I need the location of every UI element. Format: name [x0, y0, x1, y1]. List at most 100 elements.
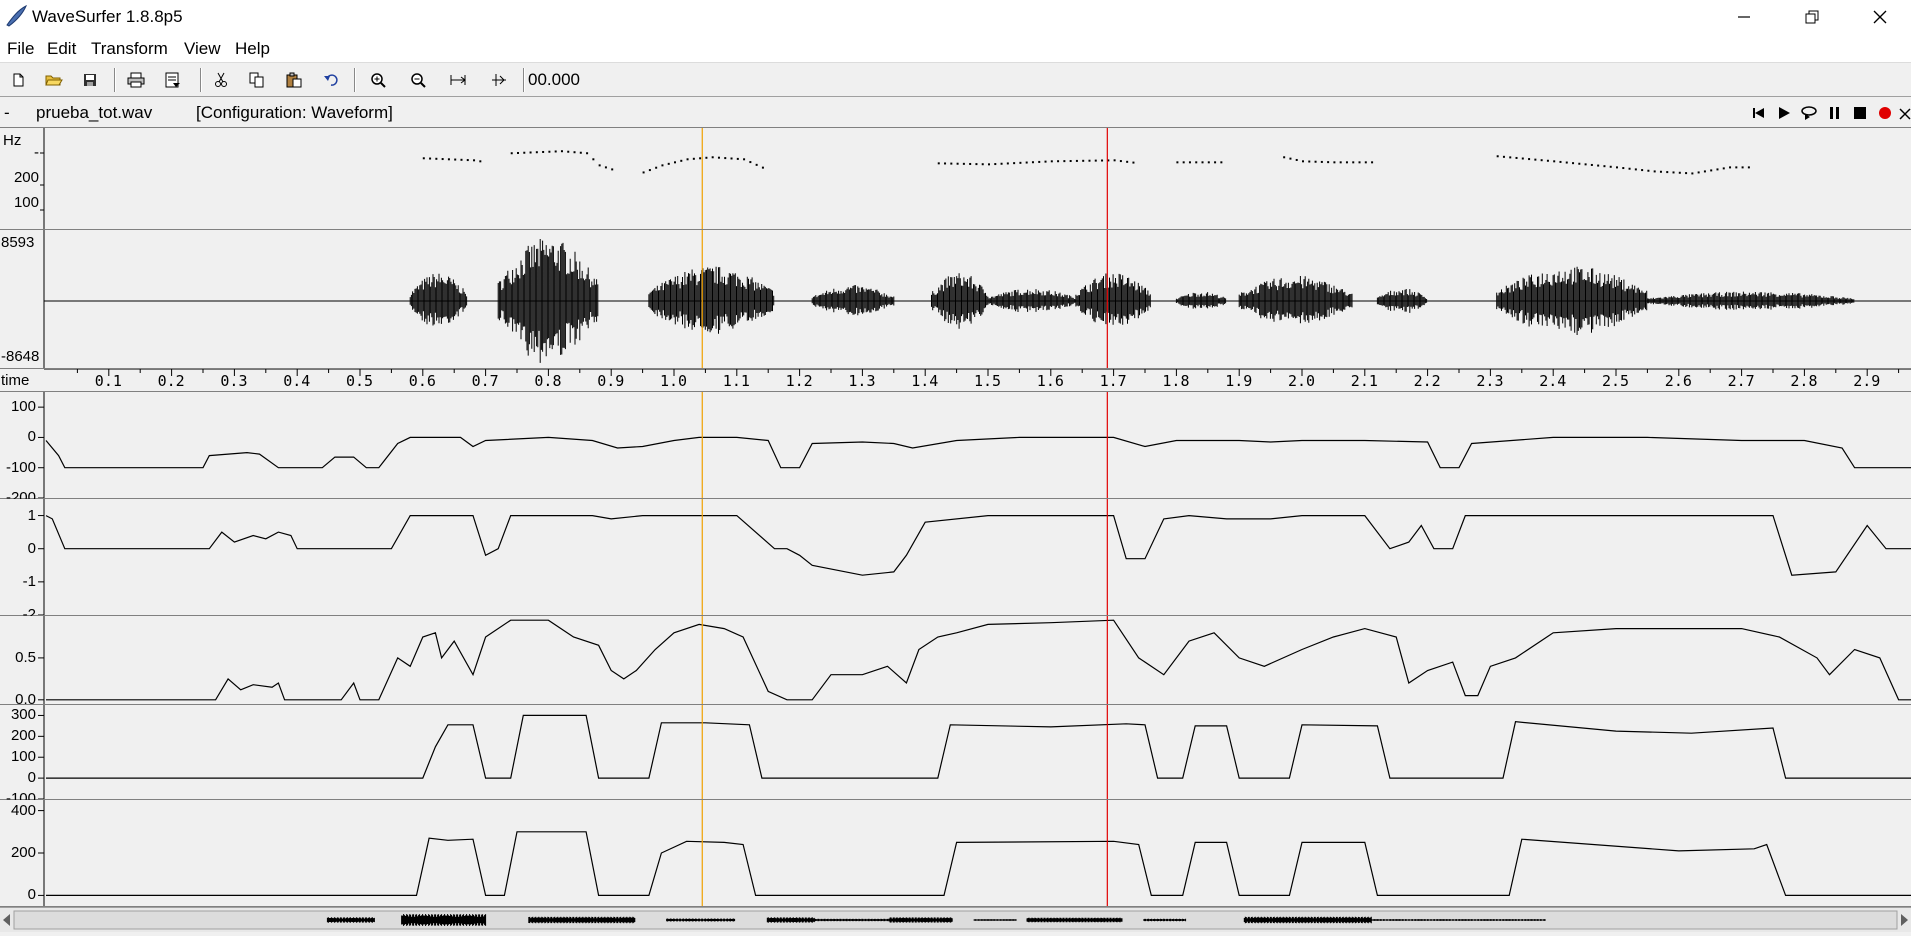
undo-button[interactable] — [318, 68, 344, 92]
rewind-button[interactable] — [1750, 104, 1768, 122]
scrollbar-thumb — [13, 910, 1898, 930]
pitch-point — [1038, 160, 1041, 163]
pitch-point — [1339, 161, 1342, 164]
pitch-point — [1063, 160, 1066, 163]
pitch-point — [1641, 169, 1644, 172]
menu-edit[interactable]: Edit — [47, 39, 76, 59]
pitch-point — [1609, 165, 1612, 168]
menu-view[interactable]: View — [184, 39, 221, 59]
pitch-point — [717, 156, 720, 159]
trace-pane-5[interactable]: 400 200 0 — [0, 800, 1911, 907]
record-button[interactable] — [1876, 104, 1894, 122]
pitch-point — [1295, 158, 1298, 161]
pitch-point — [1327, 161, 1330, 164]
pitch-point — [1013, 162, 1016, 165]
pitch-point — [1628, 167, 1631, 170]
pitch-point — [573, 151, 576, 154]
pitch-point — [1320, 160, 1323, 163]
pitch-point — [1647, 169, 1650, 172]
trace5-line — [46, 831, 1911, 896]
time-tick-label: 0.8 — [534, 372, 562, 390]
pitch-point — [1716, 168, 1719, 171]
pitch-point — [1659, 170, 1662, 173]
pitch-point — [466, 159, 469, 162]
waveform-pane[interactable]: 8593 -8648 — [0, 230, 1911, 369]
menu-transform[interactable]: Transform — [91, 39, 168, 59]
time-tick-label: 0.3 — [220, 372, 248, 390]
zoom-fit-button[interactable] — [445, 68, 471, 92]
paste-button[interactable] — [281, 68, 307, 92]
pitch-point — [1050, 160, 1053, 163]
collapse-toggle[interactable]: - — [4, 103, 10, 123]
zoom-out-button[interactable] — [405, 68, 431, 92]
undo-icon — [324, 74, 338, 86]
zoom-in-button[interactable] — [365, 68, 391, 92]
pitch-point — [1119, 160, 1122, 163]
save-button[interactable] — [77, 68, 103, 92]
pitch-point — [981, 163, 984, 166]
pitch-point — [473, 159, 476, 162]
pause-button[interactable] — [1826, 104, 1844, 122]
menu-bar: File Edit Transform View Help — [0, 36, 1911, 63]
time-tick-label: 1.4 — [911, 372, 939, 390]
trace-pane-3[interactable]: 0.5 0.0 — [0, 616, 1911, 707]
new-button[interactable] — [5, 68, 31, 92]
overview-waveform — [3, 910, 1908, 930]
pitch-point — [736, 157, 739, 160]
pitch-point — [761, 166, 764, 169]
pitch-point — [1069, 160, 1072, 163]
trace-plot-4 — [38, 705, 1911, 799]
pitch-point — [1534, 158, 1537, 161]
pitch-point — [1509, 156, 1512, 159]
print-button[interactable] — [123, 68, 149, 92]
play-loop-icon — [1801, 106, 1817, 120]
time-tick-label: 2.1 — [1350, 372, 1378, 390]
close-sound-button[interactable] — [1898, 104, 1911, 122]
pitch-point — [1691, 172, 1694, 175]
time-axis[interactable]: time 0.1 0.2 0.3 0.4 0.5 0.6 0.7 0.8 0.9 1.0 1.1 1.… — [0, 369, 1911, 392]
zoom-selection-button[interactable] — [486, 68, 512, 92]
properties-button[interactable] — [160, 68, 186, 92]
pitch-pane[interactable]: Hz - 200 100 — [0, 128, 1911, 230]
pitch-point — [975, 163, 978, 166]
trace-pane-2[interactable]: 1 0 -1 -2 — [0, 499, 1911, 622]
pitch-point — [1729, 166, 1732, 169]
overview-scrollbar[interactable] — [0, 907, 1911, 932]
pitch-point — [560, 150, 563, 153]
cut-button[interactable] — [208, 68, 234, 92]
restore-button[interactable] — [1782, 0, 1842, 34]
open-folder-icon — [45, 75, 63, 86]
time-tick-label: 1.6 — [1036, 372, 1064, 390]
stop-button[interactable] — [1851, 104, 1869, 122]
pitch-point — [755, 163, 758, 166]
time-display: 00.000 — [528, 70, 580, 89]
pitch-point — [1214, 161, 1217, 164]
close-window-button[interactable] — [1850, 0, 1910, 34]
scroll-right-icon — [1901, 914, 1908, 926]
pitch-point — [730, 157, 733, 160]
pitch-point — [1201, 161, 1204, 164]
play-button[interactable] — [1775, 104, 1793, 122]
time-tick-label: 2.7 — [1727, 372, 1755, 390]
time-tick-label: 2.8 — [1790, 372, 1818, 390]
pitch-point — [988, 163, 990, 166]
pitch-point — [1364, 161, 1367, 164]
menu-file[interactable]: File — [7, 39, 34, 59]
trace-pane-1[interactable]: 100 0 -100 -200 — [0, 392, 1911, 505]
pitch-point — [1666, 171, 1669, 174]
trace-pane-4[interactable]: 300 200 100 0 -100 — [0, 705, 1911, 806]
time-tick-label: 2.4 — [1539, 372, 1567, 390]
play-loop-button[interactable] — [1800, 104, 1818, 122]
pitch-point — [1616, 166, 1618, 169]
open-button[interactable] — [41, 68, 67, 92]
copy-button[interactable] — [244, 68, 270, 92]
time-tick-label: 1.1 — [722, 372, 750, 390]
pitch-point — [1672, 171, 1675, 174]
minimize-button[interactable] — [1714, 0, 1774, 34]
menu-help[interactable]: Help — [235, 39, 270, 59]
waveform-segment — [409, 273, 468, 326]
pitch-point — [1634, 168, 1637, 171]
pitch-point — [1584, 163, 1587, 166]
cut-icon — [215, 72, 227, 87]
time-tick-label: 0.7 — [471, 372, 499, 390]
